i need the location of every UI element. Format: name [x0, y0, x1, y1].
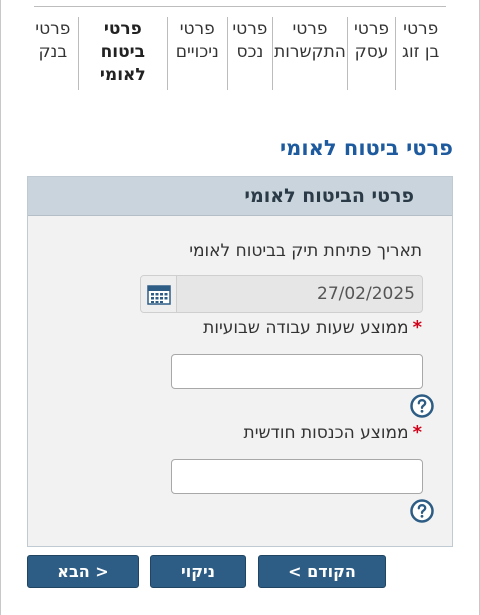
- help-icon[interactable]: [410, 394, 434, 418]
- weekly-hours-input[interactable]: [171, 354, 423, 389]
- monthly-income-label-text: ממוצע הכנסות חודשית: [243, 422, 409, 443]
- open-date-field[interactable]: 27/02/2025: [140, 275, 423, 313]
- panel-header: פרטי הביטוח לאומי: [28, 177, 452, 216]
- open-date-value: 27/02/2025: [317, 284, 415, 304]
- open-date-label-text: תאריך פתיחת תיק בביטוח לאומי: [189, 241, 422, 261]
- tab-bar: פרטי בן זוג פרטי עסק פרטי התקשרות פרטי נ…: [28, 17, 445, 90]
- monthly-income-label: ממוצע הכנסות חודשית *: [244, 422, 422, 443]
- tab-bank[interactable]: פרטי בנק: [28, 17, 78, 90]
- weekly-hours-label-text: ממוצע שעות עבודה שבועיות: [203, 317, 409, 338]
- weekly-hours-label: ממוצע שעות עבודה שבועיות *: [203, 317, 422, 338]
- national-insurance-panel: פרטי הביטוח לאומי תאריך פתיחת תיק בביטוח…: [27, 176, 453, 547]
- tab-national-insurance[interactable]: פרטי ביטוח לאומי: [77, 17, 167, 90]
- calendar-icon[interactable]: [141, 276, 177, 312]
- required-marker: *: [412, 317, 422, 338]
- tab-property[interactable]: פרטי נכס: [226, 17, 273, 90]
- tab-contact[interactable]: פרטי התקשרות: [272, 17, 346, 90]
- top-divider: [34, 6, 446, 7]
- next-button[interactable]: הבא >: [27, 555, 139, 588]
- previous-button[interactable]: < הקודם: [258, 555, 386, 588]
- tab-deductions[interactable]: פרטי ניכויים: [166, 17, 227, 90]
- required-marker: *: [412, 422, 422, 443]
- open-date-label: תאריך פתיחת תיק בביטוח לאומי: [189, 241, 422, 261]
- clear-button[interactable]: ניקוי: [150, 555, 246, 588]
- tab-business[interactable]: פרטי עסק: [346, 17, 396, 90]
- tab-spouse[interactable]: פרטי בן זוג: [395, 17, 445, 90]
- help-icon[interactable]: [410, 499, 434, 523]
- monthly-income-input[interactable]: [171, 459, 423, 494]
- section-title: פרטי ביטוח לאומי: [280, 136, 453, 160]
